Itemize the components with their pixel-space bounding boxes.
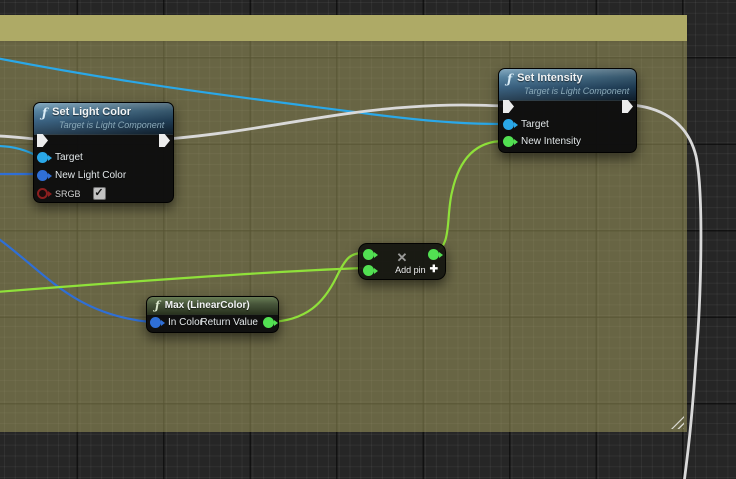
new-light-color-pin[interactable]: [37, 170, 48, 181]
exec-out-pin[interactable]: [159, 134, 170, 147]
function-icon: ƒ: [155, 300, 160, 312]
pin-label-target: Target: [521, 119, 549, 130]
pin-label-new-light-color: New Light Color: [55, 170, 126, 181]
multiply-in-pin-2[interactable]: [363, 265, 374, 276]
pin-label-new-intensity: New Intensity: [521, 136, 581, 147]
in-color-pin[interactable]: [150, 317, 161, 328]
node-set-light-color[interactable]: ƒ Set Light Color Target is Light Compon…: [33, 102, 174, 203]
add-pin-button[interactable]: Add pin ✚: [395, 265, 438, 275]
target-pin[interactable]: [37, 152, 48, 163]
node-multiply[interactable]: ✕ Add pin ✚: [358, 243, 446, 280]
node-title: Set Light Color: [52, 106, 131, 119]
node-title: Set Intensity: [517, 72, 582, 85]
exec-out-pin[interactable]: [622, 100, 633, 113]
return-value-pin[interactable]: [263, 317, 274, 328]
node-set-intensity[interactable]: ƒ Set Intensity Target is Light Componen…: [498, 68, 637, 153]
comment-header[interactable]: [0, 15, 687, 41]
blueprint-graph-canvas[interactable]: ƒ Set Light Color Target is Light Compon…: [0, 0, 736, 479]
new-intensity-pin[interactable]: [503, 136, 514, 147]
node-title: Max (LinearColor): [165, 299, 250, 312]
function-icon: ƒ: [507, 73, 512, 85]
target-pin[interactable]: [503, 119, 514, 130]
node-subtitle: Target is Light Component: [524, 86, 628, 96]
srgb-checkbox[interactable]: ✓: [93, 187, 106, 200]
node-max-header[interactable]: ƒ Max (LinearColor): [147, 297, 278, 315]
add-pin-label: Add pin: [395, 265, 426, 275]
pin-label-return-value: Return Value: [200, 317, 258, 328]
srgb-pin[interactable]: [37, 188, 48, 199]
multiply-in-pin-1[interactable]: [363, 249, 374, 260]
node-subtitle: Target is Light Component: [59, 120, 165, 130]
exec-in-pin[interactable]: [37, 134, 48, 147]
pin-label-srgb: SRGB: [55, 189, 81, 199]
node-max-linearcolor[interactable]: ƒ Max (LinearColor) In Color Return Valu…: [146, 296, 279, 333]
pin-label-in-color: In Color: [168, 317, 203, 328]
multiply-out-pin[interactable]: [428, 249, 439, 260]
function-icon: ƒ: [42, 107, 47, 119]
node-set-light-color-header[interactable]: ƒ Set Light Color Target is Light Compon…: [34, 103, 173, 135]
exec-in-pin[interactable]: [503, 100, 514, 113]
node-set-intensity-header[interactable]: ƒ Set Intensity Target is Light Componen…: [499, 69, 636, 101]
pin-label-target: Target: [55, 152, 83, 163]
add-pin-plus-icon: ✚: [430, 265, 438, 275]
